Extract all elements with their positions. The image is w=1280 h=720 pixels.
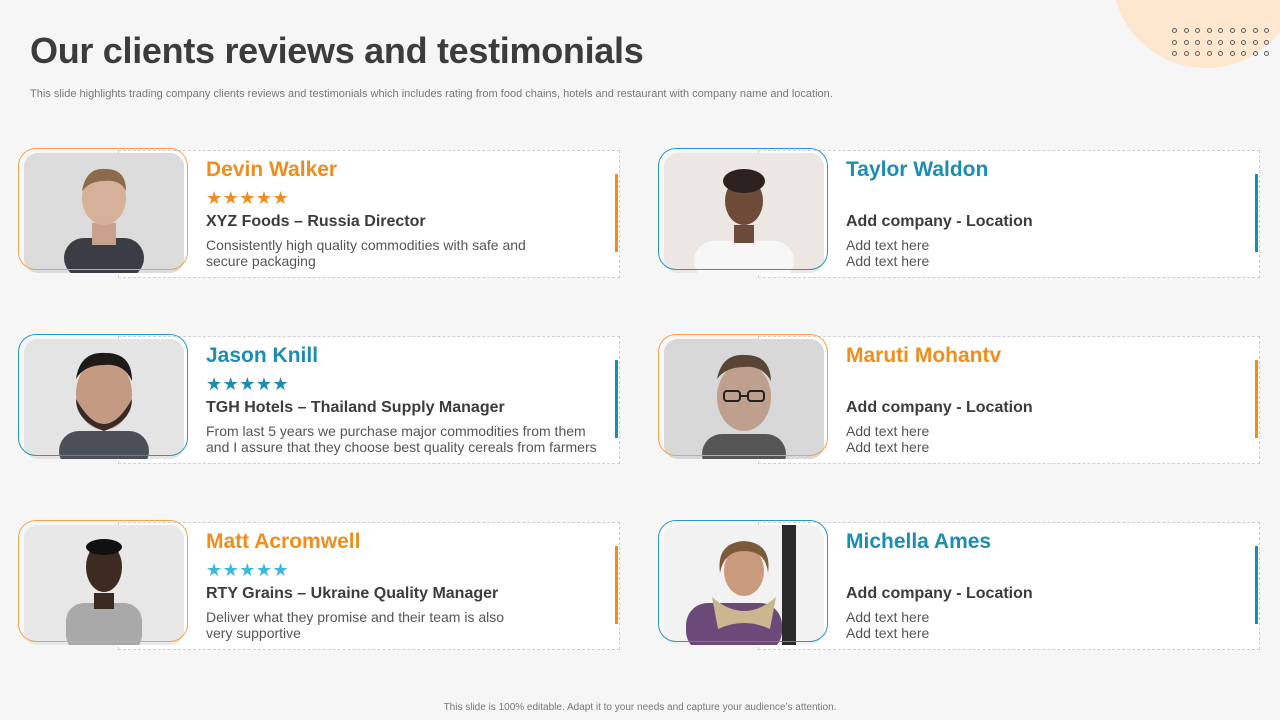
- rating-stars: ★★★★★: [206, 560, 290, 580]
- client-company: RTY Grains – Ukraine Quality Manager: [206, 585, 499, 602]
- footer-note: This slide is 100% editable. Adapt it to…: [443, 702, 837, 713]
- client-review: From last 5 years we purchase major comm…: [206, 423, 606, 455]
- review-line: Add text here: [846, 423, 930, 439]
- client-name: Devin Walker: [206, 158, 338, 181]
- review-line: Add text here: [846, 253, 930, 269]
- review-line: Add text here: [846, 439, 930, 455]
- review-line: and I assure that they choose best quali…: [206, 439, 597, 455]
- page-subtitle: This slide highlights trading company cl…: [30, 88, 833, 100]
- client-review: Add text here Add text here: [846, 609, 1246, 641]
- review-line: Add text here: [846, 625, 930, 641]
- photo-frame: [658, 148, 828, 270]
- review-line: From last 5 years we purchase major comm…: [206, 423, 586, 439]
- client-company: XYZ Foods – Russia Director: [206, 213, 426, 230]
- testimonial-card[interactable]: Devin Walker ★★★★★ XYZ Foods – Russia Di…: [18, 148, 620, 278]
- photo-frame: [18, 334, 188, 456]
- review-line: Consistently high quality commodities wi…: [206, 237, 526, 253]
- client-review: Add text here Add text here: [846, 423, 1246, 455]
- review-line: Deliver what they promise and their team…: [206, 609, 505, 625]
- rating-stars: ★★★★★: [206, 188, 290, 208]
- review-line: Add text here: [846, 237, 930, 253]
- client-company: Add company - Location: [846, 399, 1033, 416]
- page-title: Our clients reviews and testimonials: [30, 30, 644, 71]
- client-company: TGH Hotels – Thailand Supply Manager: [206, 399, 505, 416]
- client-review: Consistently high quality commodities wi…: [206, 237, 606, 269]
- testimonial-card[interactable]: Michella Ames Add company - Location Add…: [658, 520, 1260, 650]
- photo-frame: [18, 520, 188, 642]
- review-line: secure packaging: [206, 253, 316, 269]
- photo-frame: [18, 148, 188, 270]
- card-accent-bar: [1255, 546, 1258, 624]
- client-company: Add company - Location: [846, 585, 1033, 602]
- card-accent-bar: [1255, 174, 1258, 252]
- client-name: Maruti Mohantv: [846, 344, 1002, 367]
- client-name: Matt Acromwell: [206, 530, 361, 553]
- review-line: Add text here: [846, 609, 930, 625]
- client-company: Add company - Location: [846, 213, 1033, 230]
- testimonial-card[interactable]: Maruti Mohantv Add company - Location Ad…: [658, 334, 1260, 464]
- photo-frame: [658, 520, 828, 642]
- client-name: Michella Ames: [846, 530, 992, 553]
- card-accent-bar: [1255, 360, 1258, 438]
- client-name: Jason Knill: [206, 344, 319, 367]
- decorative-dot-grid: [1172, 28, 1276, 63]
- testimonial-card[interactable]: Jason Knill ★★★★★ TGH Hotels – Thailand …: [18, 334, 620, 464]
- card-accent-bar: [615, 360, 618, 438]
- client-name: Taylor Waldon: [846, 158, 989, 181]
- testimonial-card[interactable]: Taylor Waldon Add company - Location Add…: [658, 148, 1260, 278]
- card-accent-bar: [615, 546, 618, 624]
- client-review: Deliver what they promise and their team…: [206, 609, 606, 641]
- rating-stars: ★★★★★: [206, 374, 290, 394]
- card-accent-bar: [615, 174, 618, 252]
- review-line: very supportive: [206, 625, 301, 641]
- client-review: Add text here Add text here: [846, 237, 1246, 269]
- photo-frame: [658, 334, 828, 456]
- testimonial-card[interactable]: Matt Acromwell ★★★★★ RTY Grains – Ukrain…: [18, 520, 620, 650]
